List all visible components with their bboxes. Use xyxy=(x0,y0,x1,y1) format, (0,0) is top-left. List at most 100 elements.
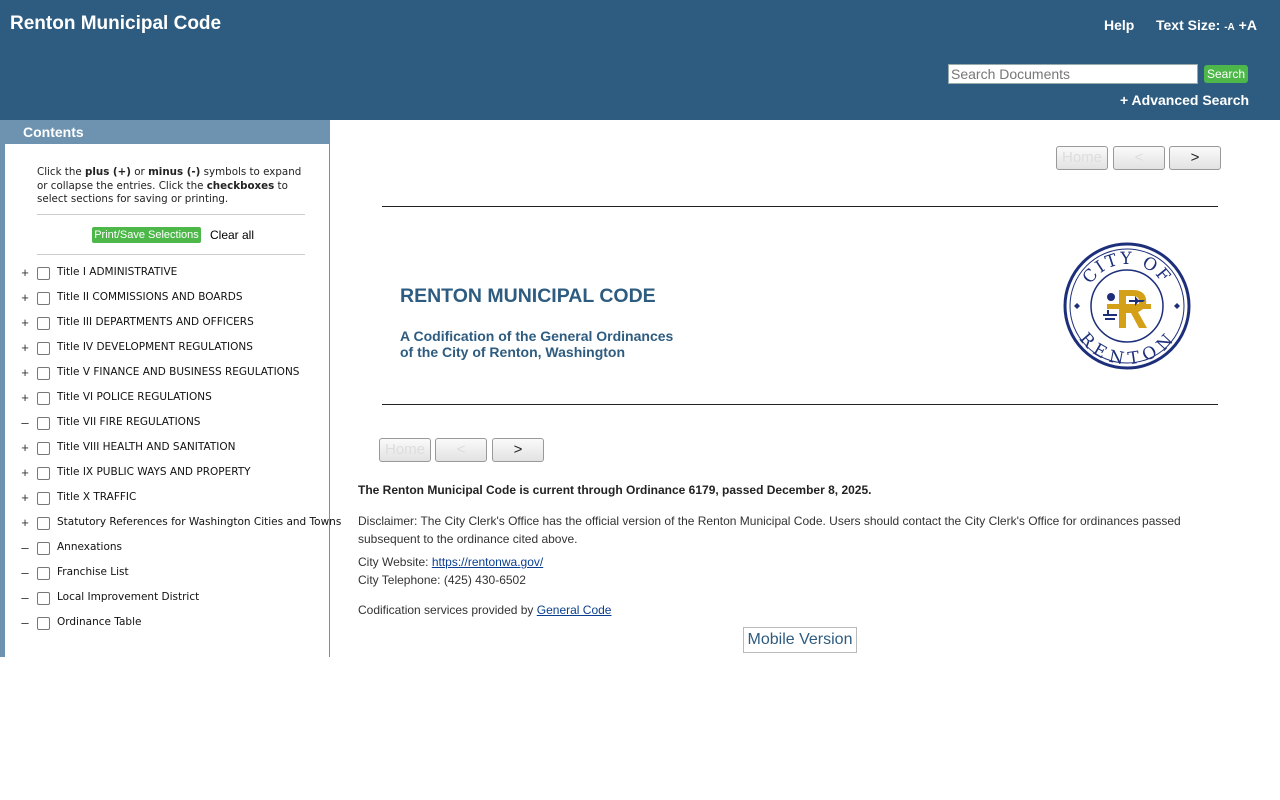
instructions-minus: minus (-) xyxy=(148,166,201,178)
contents-heading: Contents xyxy=(0,120,329,144)
expand-toggle[interactable]: + xyxy=(18,265,32,280)
toc-checkbox[interactable] xyxy=(37,517,50,530)
text-size-decrease-button[interactable]: -A xyxy=(1224,22,1235,33)
toc-item[interactable]: + Title X TRAFFIC xyxy=(18,490,323,510)
previous-button-bottom[interactable]: < xyxy=(435,438,487,462)
divider xyxy=(382,404,1218,405)
expand-toggle[interactable]: + xyxy=(18,440,32,455)
home-button[interactable]: Home xyxy=(1056,146,1108,170)
toc-item-label[interactable]: Title X TRAFFIC xyxy=(57,491,136,503)
previous-button[interactable]: < xyxy=(1113,146,1165,170)
codification-line: Codification services provided by Genera… xyxy=(358,603,611,617)
current-through-notice: The Renton Municipal Code is current thr… xyxy=(358,483,872,497)
toc-item-label[interactable]: Statutory References for Washington Citi… xyxy=(57,516,341,528)
toc-checkbox[interactable] xyxy=(37,567,50,580)
toc-checkbox[interactable] xyxy=(37,367,50,380)
site-title[interactable]: Renton Municipal Code xyxy=(10,13,221,35)
collapse-toggle[interactable]: – xyxy=(18,540,32,555)
expand-toggle[interactable]: + xyxy=(18,465,32,480)
general-code-link[interactable]: General Code xyxy=(537,603,612,617)
toc-checkbox[interactable] xyxy=(37,267,50,280)
divider xyxy=(382,206,1218,207)
city-website-line: City Website: https://rentonwa.gov/ xyxy=(358,555,543,569)
toc-item-label[interactable]: Ordinance Table xyxy=(57,616,141,628)
text-size-label: Text Size: xyxy=(1156,17,1221,33)
toc-checkbox[interactable] xyxy=(37,292,50,305)
expand-toggle[interactable]: + xyxy=(18,365,32,380)
mobile-version-button[interactable]: Mobile Version xyxy=(743,627,857,653)
toc-item-label[interactable]: Title VII FIRE REGULATIONS xyxy=(57,416,200,428)
expand-toggle[interactable]: + xyxy=(18,390,32,405)
toc-item-label[interactable]: Franchise List xyxy=(57,566,129,578)
toc-checkbox[interactable] xyxy=(37,342,50,355)
toc-item-label[interactable]: Title I ADMINISTRATIVE xyxy=(57,266,177,278)
toc-checkbox[interactable] xyxy=(37,617,50,630)
contents-sidebar: Contents Click the plus (+) or minus (-)… xyxy=(0,120,341,657)
instructions-text: or xyxy=(130,166,149,178)
toc-item[interactable]: + Statutory References for Washington Cit… xyxy=(18,515,341,535)
collapse-toggle[interactable]: – xyxy=(18,615,32,630)
toc-item[interactable]: + Title V FINANCE AND BUSINESS REGULATION… xyxy=(18,365,323,385)
toc-item-label[interactable]: Title IV DEVELOPMENT REGULATIONS xyxy=(57,341,253,353)
toc-item[interactable]: + Title VIII HEALTH AND SANITATION xyxy=(18,440,323,460)
city-telephone: City Telephone: (425) 430-6502 xyxy=(358,573,526,587)
collapse-toggle[interactable]: – xyxy=(18,415,32,430)
toc-item-label[interactable]: Title VI POLICE REGULATIONS xyxy=(57,391,212,403)
toc-checkbox[interactable] xyxy=(37,442,50,455)
toc-checkbox[interactable] xyxy=(37,542,50,555)
next-button-bottom[interactable]: > xyxy=(492,438,544,462)
contents-instructions: Click the plus (+) or minus (-) symbols … xyxy=(37,166,307,207)
instructions-plus: plus (+) xyxy=(84,166,131,178)
instructions-text: Click the xyxy=(37,166,85,178)
toc-item-label[interactable]: Title II COMMISSIONS AND BOARDS xyxy=(57,291,243,303)
toc-checkbox[interactable] xyxy=(37,417,50,430)
expand-toggle[interactable]: + xyxy=(18,340,32,355)
toc-checkbox[interactable] xyxy=(37,592,50,605)
city-seal-logo: CITY OF RENTON xyxy=(1063,242,1191,370)
collapse-toggle[interactable]: – xyxy=(18,565,32,580)
search-button[interactable]: Search xyxy=(1204,65,1248,83)
disclaimer-text: Disclaimer: The City Clerk's Office has … xyxy=(358,514,1181,546)
toc-checkbox[interactable] xyxy=(37,317,50,330)
search-input[interactable] xyxy=(948,64,1198,84)
toc-item-label[interactable]: Annexations xyxy=(57,541,122,553)
toc-item[interactable]: – Franchise List xyxy=(18,565,323,585)
sidebar-accent-strip xyxy=(0,120,5,657)
toc-item-label[interactable]: Title VIII HEALTH AND SANITATION xyxy=(57,441,235,453)
codification-label: Codification services provided by xyxy=(358,603,537,617)
toc-item[interactable]: – Local Improvement District xyxy=(18,590,323,610)
toc-item-label[interactable]: Local Improvement District xyxy=(57,591,199,603)
expand-toggle[interactable]: + xyxy=(18,290,32,305)
divider xyxy=(37,254,305,255)
toc-item[interactable]: – Annexations xyxy=(18,540,323,560)
toc-item[interactable]: + Title IV DEVELOPMENT REGULATIONS xyxy=(18,340,323,360)
city-website-link[interactable]: https://rentonwa.gov/ xyxy=(432,555,543,569)
toc-item-label[interactable]: Title III DEPARTMENTS AND OFFICERS xyxy=(57,316,254,328)
toc-checkbox[interactable] xyxy=(37,467,50,480)
toc-checkbox[interactable] xyxy=(37,392,50,405)
collapse-toggle[interactable]: – xyxy=(18,590,32,605)
divider xyxy=(37,214,305,215)
text-size-control: Text Size: -A +A xyxy=(1156,17,1257,33)
expand-toggle[interactable]: + xyxy=(18,315,32,330)
toc-item[interactable]: + Title IX PUBLIC WAYS AND PROPERTY xyxy=(18,465,323,485)
text-size-increase-button[interactable]: +A xyxy=(1239,17,1257,33)
toc-item[interactable]: + Title II COMMISSIONS AND BOARDS xyxy=(18,290,323,310)
advanced-search-link[interactable]: + Advanced Search xyxy=(1120,92,1249,108)
expand-toggle[interactable]: + xyxy=(18,515,32,530)
toc-item-label[interactable]: Title IX PUBLIC WAYS AND PROPERTY xyxy=(57,466,251,478)
next-button[interactable]: > xyxy=(1169,146,1221,170)
home-button-bottom[interactable]: Home xyxy=(379,438,431,462)
toc-checkbox[interactable] xyxy=(37,492,50,505)
toc-item[interactable]: + Title VI POLICE REGULATIONS xyxy=(18,390,323,410)
toc-item[interactable]: + Title I ADMINISTRATIVE xyxy=(18,265,323,285)
toc-item-label[interactable]: Title V FINANCE AND BUSINESS REGULATIONS xyxy=(57,366,299,378)
toc-item[interactable]: – Title VII FIRE REGULATIONS xyxy=(18,415,323,435)
expand-toggle[interactable]: + xyxy=(18,490,32,505)
print-save-selections-button[interactable]: Print/Save Selections xyxy=(92,227,201,243)
toc-item[interactable]: + Title III DEPARTMENTS AND OFFICERS xyxy=(18,315,323,335)
help-link[interactable]: Help xyxy=(1104,17,1134,33)
instructions-checkboxes: checkboxes xyxy=(206,179,275,192)
toc-item[interactable]: – Ordinance Table xyxy=(18,615,323,635)
clear-all-link[interactable]: Clear all xyxy=(210,228,254,242)
